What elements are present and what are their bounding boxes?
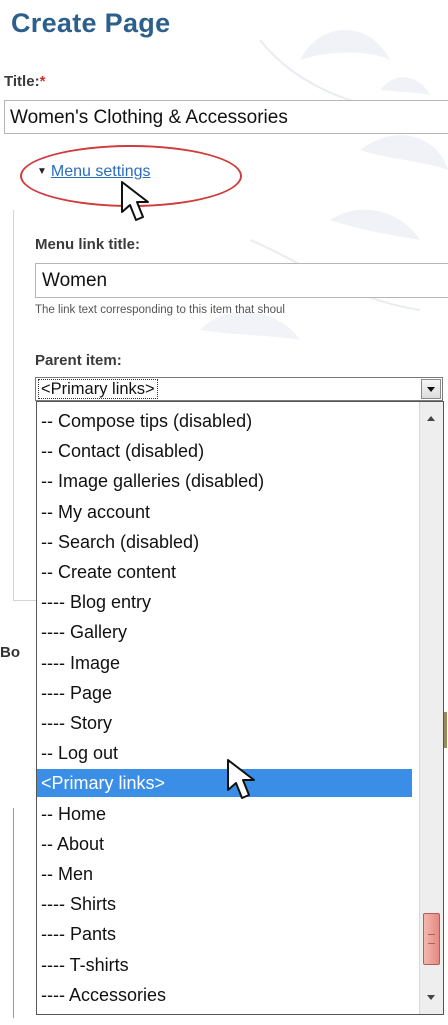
dropdown-option[interactable]: -- Search (disabled) xyxy=(37,528,412,556)
parent-item-select[interactable]: <Primary links> xyxy=(35,377,443,401)
menu-link-title-label: Menu link title: xyxy=(35,236,140,253)
parent-item-label: Parent item: xyxy=(35,352,122,369)
menu-settings-toggle[interactable]: ▼ Menu settings xyxy=(37,163,151,181)
dropdown-option[interactable]: ---- Page xyxy=(37,679,412,707)
dropdown-option[interactable]: ---- Image xyxy=(37,649,412,677)
title-input[interactable]: Women's Clothing & Accessories xyxy=(4,100,448,134)
dropdown-option[interactable]: ---- Accessories xyxy=(37,981,412,1009)
pointer-cursor-icon xyxy=(121,181,149,221)
dropdown-option[interactable]: -- Contact (disabled) xyxy=(37,437,412,465)
fieldset-border xyxy=(13,210,14,600)
partial-field-border xyxy=(13,808,24,1018)
dropdown-scrollbar[interactable] xyxy=(419,402,443,1014)
menu-settings-link[interactable]: Menu settings xyxy=(51,163,151,180)
dropdown-option[interactable]: -- Create content xyxy=(37,558,412,586)
pointer-cursor-icon-2 xyxy=(227,759,255,799)
dropdown-option[interactable]: -- Image galleries (disabled) xyxy=(37,467,412,495)
dropdown-option[interactable]: -- Log out xyxy=(37,739,412,767)
scroll-down-arrow-icon[interactable] xyxy=(427,995,435,1000)
scroll-up-arrow-icon[interactable] xyxy=(427,416,435,421)
dropdown-option[interactable]: -- Home xyxy=(37,800,412,828)
partial-right-element xyxy=(444,712,447,748)
partial-label: Bo xyxy=(0,644,20,661)
dropdown-option[interactable]: ---- Pants xyxy=(37,920,412,948)
page-title: Create Page xyxy=(11,8,171,38)
parent-item-selected-value: <Primary links> xyxy=(38,379,158,399)
dropdown-option[interactable]: -- About xyxy=(37,830,412,858)
dropdown-option[interactable]: ---- Blog entry xyxy=(37,588,412,616)
menu-link-title-input[interactable]: Women xyxy=(35,263,448,298)
collapse-triangle-icon: ▼ xyxy=(37,166,47,177)
dropdown-option[interactable]: ---- Shirts xyxy=(37,890,412,918)
menu-link-help-text: The link text corresponding to this item… xyxy=(35,304,285,316)
dropdown-option[interactable]: -- My account xyxy=(37,498,412,526)
dropdown-option[interactable]: ---- Story xyxy=(37,709,412,737)
parent-item-dropdown-list[interactable]: ---- Accessories ---- T-shirts ---- Pants -… xyxy=(36,401,444,1015)
dropdown-arrow-icon[interactable] xyxy=(421,379,441,399)
required-marker: * xyxy=(39,73,46,90)
scrollbar-thumb[interactable] xyxy=(423,913,440,965)
dropdown-option[interactable]: -- Men xyxy=(37,860,412,888)
dropdown-option[interactable]: ---- T-shirts xyxy=(37,951,412,979)
dropdown-option[interactable]: ---- Gallery xyxy=(37,618,412,646)
title-label: Title:* xyxy=(4,73,45,90)
dropdown-option[interactable]: <Primary links> xyxy=(37,769,412,798)
dropdown-option[interactable]: -- Compose tips (disabled) xyxy=(37,407,412,435)
title-label-text: Title: xyxy=(4,73,40,90)
